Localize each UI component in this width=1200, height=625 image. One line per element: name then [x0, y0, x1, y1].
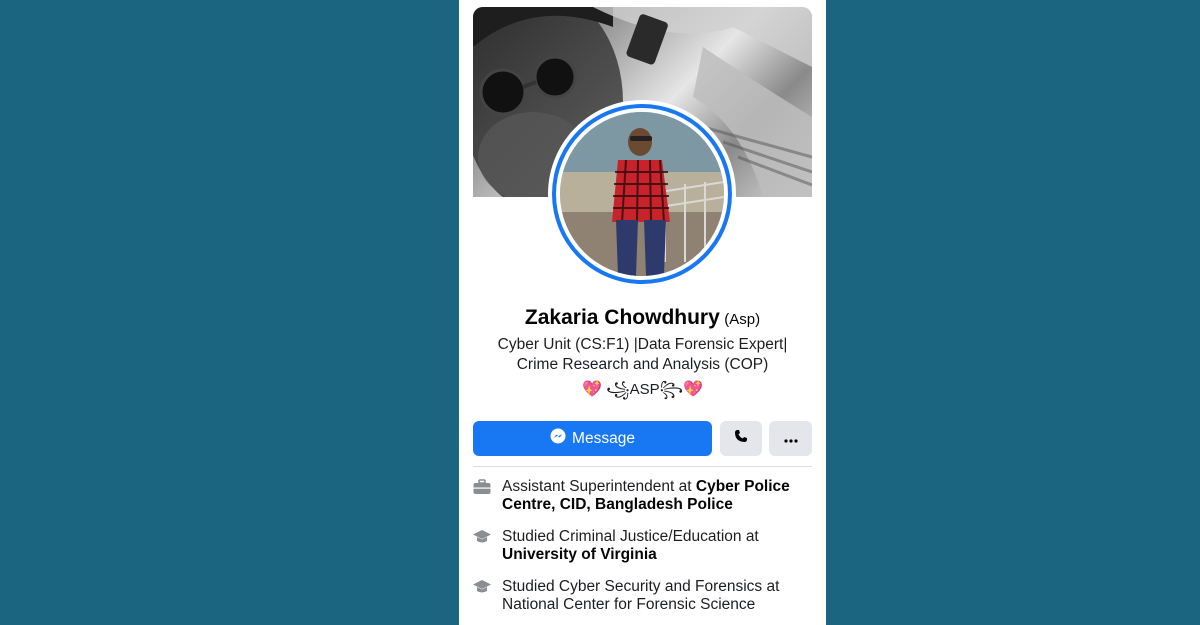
bio-tagline: 💖 ꧁ASP꧂💖	[459, 377, 826, 408]
work-place-1: Cyber Police	[695, 478, 790, 495]
phone-icon	[734, 429, 748, 448]
tagline-text: ASP	[629, 381, 660, 398]
decoration-left: ꧁	[606, 381, 630, 398]
heart-left-icon: 💖	[582, 381, 602, 398]
profile-screen: Zakaria Chowdhury (Asp) Cyber Unit (CS:F…	[459, 0, 826, 625]
name-suffix: (Asp)	[724, 311, 761, 328]
divider	[473, 466, 812, 467]
work-prefix: Assistant Superintendent at	[502, 478, 696, 495]
bio-line-2: Crime Research and Analysis (COP)	[516, 356, 769, 373]
name-text: Zakaria Chowdhury	[524, 306, 720, 329]
more-button[interactable]	[769, 421, 812, 456]
message-button[interactable]: Message	[473, 421, 712, 456]
profile-picture[interactable]	[548, 100, 736, 288]
heart-right-icon: 💖	[683, 381, 703, 398]
profile-name: Zakaria Chowdhury (Asp)	[459, 306, 826, 330]
education-1-place: University of Virginia	[502, 546, 657, 563]
briefcase-icon	[473, 479, 491, 495]
call-button[interactable]	[720, 421, 762, 456]
avatar	[560, 112, 724, 276]
graduation-cap-icon	[473, 579, 491, 595]
education-2-place: National Center for Forensic Science	[502, 596, 756, 613]
decoration-right: ꧂	[659, 381, 684, 398]
messenger-icon	[550, 428, 566, 449]
message-label: Message	[572, 429, 635, 447]
work-place-2: Centre, CID, Bangladesh Police	[502, 496, 733, 513]
more-icon	[783, 430, 798, 448]
bio-line-1: Cyber Unit (CS:F1) |Data Forensic Expert…	[497, 336, 788, 353]
graduation-cap-icon	[473, 529, 491, 545]
education-2-prefix: Studied Cyber Security and Forensics at	[502, 578, 780, 595]
education-1-prefix: Studied Criminal Justice/Education at	[502, 528, 759, 545]
